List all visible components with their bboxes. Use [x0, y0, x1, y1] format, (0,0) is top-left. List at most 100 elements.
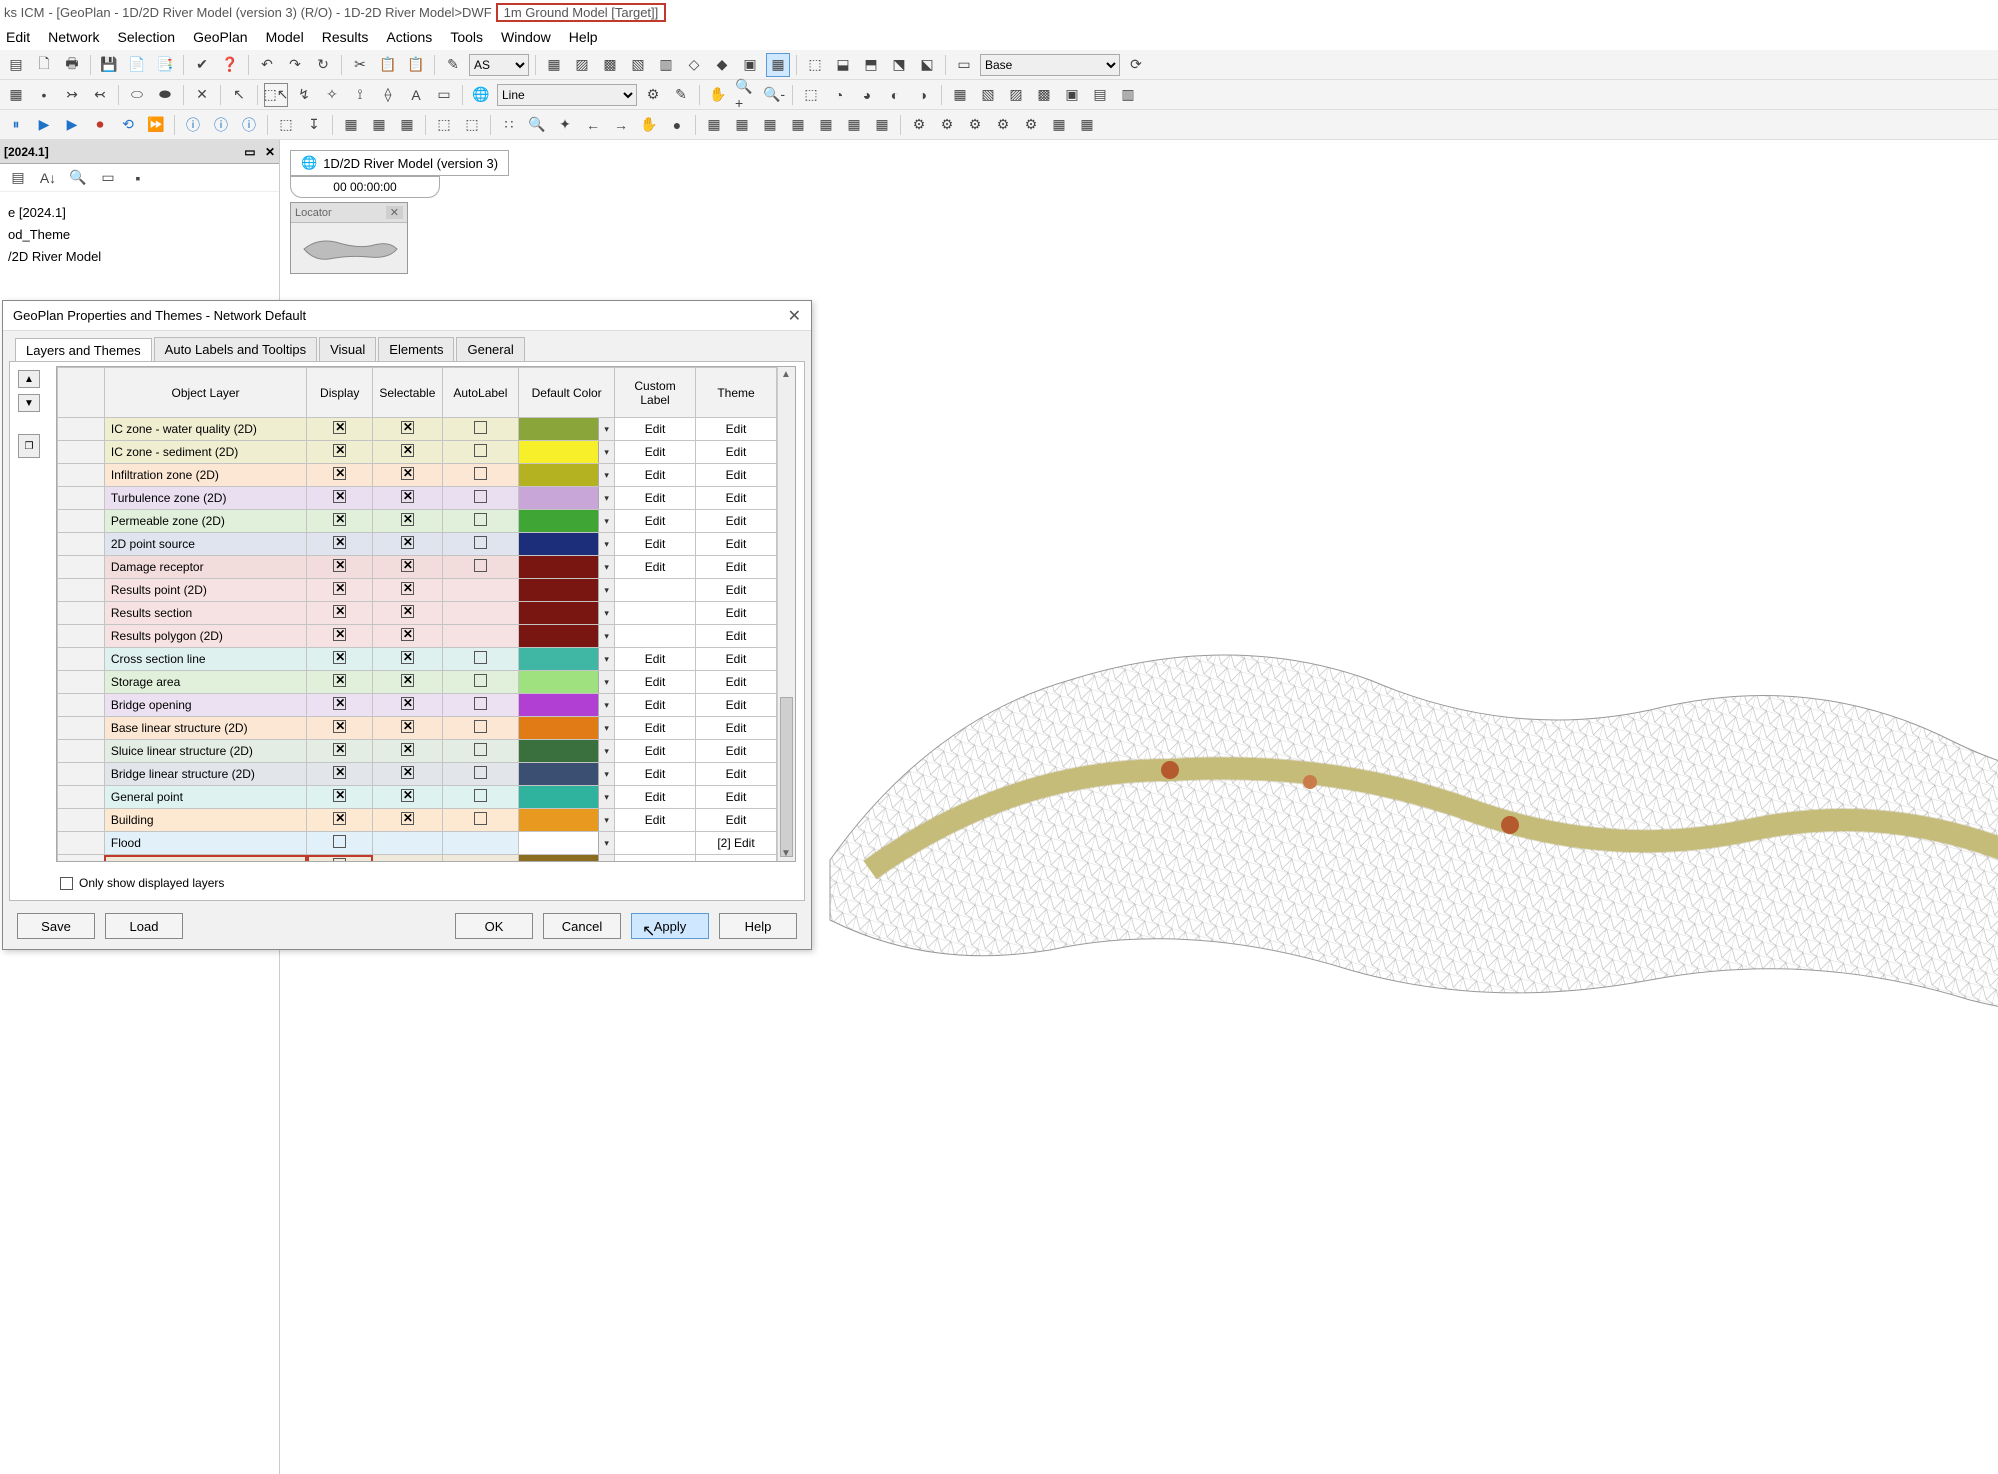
color-cell[interactable]: ▾ [519, 648, 615, 671]
tool-icon[interactable]: ▭ [432, 83, 456, 107]
pointer-icon[interactable]: ↖ [227, 83, 251, 107]
help-button[interactable]: Help [719, 913, 797, 939]
locator-panel[interactable]: Locator ✕ [290, 202, 408, 274]
tool-icon[interactable]: ⟳ [1124, 53, 1148, 77]
tool-icon[interactable]: 🔍 [525, 113, 549, 137]
theme-cell[interactable]: Edit [696, 786, 777, 809]
checkbox-cell[interactable] [307, 556, 373, 579]
row-header[interactable] [58, 602, 105, 625]
restore-icon[interactable]: ▭ [244, 145, 255, 159]
tool-icon[interactable]: ▨ [1004, 83, 1028, 107]
custom-label-cell[interactable]: Edit [615, 441, 696, 464]
redo-icon[interactable]: ↷ [283, 53, 307, 77]
table-row[interactable]: IC zone - water quality (2D)▾EditEdit [58, 418, 777, 441]
layer-name[interactable]: Base linear structure (2D) [104, 717, 306, 740]
row-header[interactable] [58, 855, 105, 863]
color-cell[interactable]: ▾ [519, 533, 615, 556]
pan-icon[interactable]: ✋ [706, 83, 730, 107]
as-select[interactable]: AS [469, 54, 529, 76]
color-cell[interactable]: ▾ [519, 510, 615, 533]
layer-name[interactable]: Results polygon (2D) [104, 625, 306, 648]
tool-icon[interactable]: ▦ [870, 113, 894, 137]
tool-icon[interactable]: ▦ [1075, 113, 1099, 137]
tool-icon[interactable]: • [32, 83, 56, 107]
tool-icon[interactable]: ▦ [814, 113, 838, 137]
chevron-down-icon[interactable]: ▾ [598, 625, 614, 647]
table-row[interactable]: Building▾EditEdit [58, 809, 777, 832]
tab-general[interactable]: General [456, 337, 524, 361]
tool-icon[interactable]: ▤ [6, 166, 30, 190]
theme-cell[interactable]: Edit [696, 487, 777, 510]
play-pause-icon[interactable]: ⏸ [4, 113, 28, 137]
ok-button[interactable]: OK [455, 913, 533, 939]
chevron-down-icon[interactable]: ▾ [598, 740, 614, 762]
menu-network[interactable]: Network [48, 29, 99, 45]
tool-icon[interactable]: ▤ [4, 53, 28, 77]
only-show-checkbox[interactable]: Only show displayed layers [60, 876, 224, 890]
chevron-down-icon[interactable]: ▾ [598, 510, 614, 532]
theme-cell[interactable]: Edit [696, 556, 777, 579]
tool-icon[interactable]: ⟠ [376, 83, 400, 107]
tool-icon[interactable]: ◆ [710, 53, 734, 77]
row-header[interactable] [58, 832, 105, 855]
info-icon[interactable]: ⓘ [209, 113, 233, 137]
col-theme[interactable]: Theme [696, 368, 777, 418]
chevron-down-icon[interactable]: ▾ [598, 418, 614, 440]
tab-auto-labels[interactable]: Auto Labels and Tooltips [154, 337, 317, 361]
col-display[interactable]: Display [307, 368, 373, 418]
table-row[interactable]: Flood▾[2] Edit [58, 832, 777, 855]
theme-cell[interactable]: Edit [696, 602, 777, 625]
chevron-down-icon[interactable]: ▾ [598, 717, 614, 739]
apply-button[interactable]: Apply [631, 913, 709, 939]
checkbox-cell[interactable] [307, 510, 373, 533]
checkbox-cell[interactable] [307, 855, 373, 863]
tool-icon[interactable]: ⬚ [460, 113, 484, 137]
checkbox-cell[interactable] [442, 763, 519, 786]
custom-label-cell[interactable]: Edit [615, 533, 696, 556]
tool-icon[interactable]: 💾 [97, 53, 121, 77]
tool-icon[interactable]: ✋ [637, 113, 661, 137]
tool-icon[interactable]: ▦ [4, 83, 28, 107]
layer-name[interactable]: Damage receptor [104, 556, 306, 579]
chevron-down-icon[interactable]: ▾ [598, 579, 614, 601]
col-object-layer[interactable]: Object Layer [104, 368, 306, 418]
checkbox-cell[interactable] [373, 510, 442, 533]
checkbox-cell[interactable] [373, 418, 442, 441]
row-header[interactable] [58, 648, 105, 671]
tool-icon[interactable]: ✧ [320, 83, 344, 107]
checkbox-cell[interactable] [373, 487, 442, 510]
menu-help[interactable]: Help [569, 29, 598, 45]
vertical-scrollbar[interactable] [777, 367, 795, 861]
custom-label-cell[interactable]: Edit [615, 487, 696, 510]
tool-icon[interactable]: 📄 [125, 53, 149, 77]
checkbox-cell[interactable] [307, 763, 373, 786]
checkbox-icon[interactable] [60, 877, 73, 890]
copy-button[interactable]: ❐ [18, 434, 40, 458]
tab-layers[interactable]: Layers and Themes [15, 338, 152, 362]
chevron-down-icon[interactable]: ▾ [598, 809, 614, 831]
checkbox-cell[interactable] [373, 579, 442, 602]
color-cell[interactable]: ▾ [519, 487, 615, 510]
move-down-button[interactable]: ▼ [18, 394, 40, 412]
chevron-down-icon[interactable]: ▾ [598, 464, 614, 486]
layer-name[interactable]: Storage area [104, 671, 306, 694]
close-icon[interactable]: ✕ [788, 306, 801, 326]
tool-icon[interactable]: ◐ [883, 83, 907, 107]
color-cell[interactable]: ▾ [519, 556, 615, 579]
tool-icon[interactable]: ✔ [190, 53, 214, 77]
tree-item[interactable]: e [2024.1] [8, 202, 271, 224]
tool-icon[interactable]: ⚙ [935, 113, 959, 137]
tool-icon[interactable]: ▣ [1060, 83, 1084, 107]
tool-icon[interactable]: ▦ [758, 113, 782, 137]
checkbox-cell[interactable] [307, 487, 373, 510]
tool-icon[interactable]: ▨ [570, 53, 594, 77]
tool-icon[interactable]: ⬭ [125, 83, 149, 107]
theme-cell[interactable]: Edit [696, 648, 777, 671]
checkbox-cell[interactable] [373, 809, 442, 832]
checkbox-cell[interactable] [307, 533, 373, 556]
custom-label-cell[interactable]: Edit [615, 694, 696, 717]
theme-cell[interactable]: Edit [696, 809, 777, 832]
checkbox-cell[interactable] [373, 671, 442, 694]
checkbox-cell[interactable] [373, 556, 442, 579]
theme-cell[interactable]: Edit [696, 533, 777, 556]
